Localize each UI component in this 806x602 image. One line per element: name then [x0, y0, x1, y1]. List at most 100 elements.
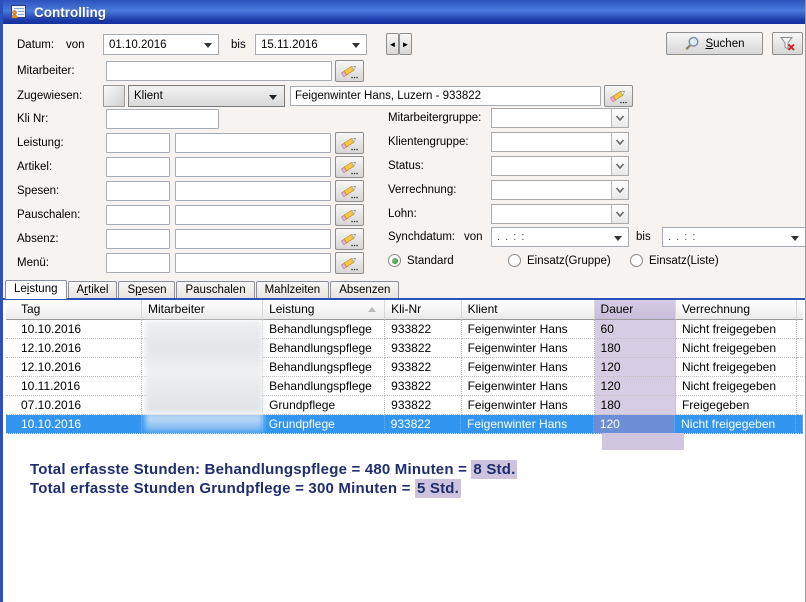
column-header-klinr[interactable]: Kli-Nr [385, 300, 461, 320]
zugewiesen-type-combobox[interactable]: Klient [128, 85, 285, 107]
radio-standard[interactable]: Standard [388, 254, 454, 267]
column-header-mitarbeiter[interactable]: Mitarbeiter [142, 300, 263, 320]
klinr-input[interactable] [106, 109, 219, 129]
table-row[interactable]: 07.10.2016 Grundpflege 933822 Feigenwint… [6, 396, 803, 415]
prev-period-button[interactable]: ◄ [386, 33, 399, 55]
radio-einsatz-liste[interactable]: Einsatz(Liste) [630, 254, 719, 267]
tab-mahlzeiten[interactable]: Mahlzeiten [256, 281, 330, 299]
suchen-button[interactable]: Suchen [666, 32, 763, 55]
spesen-text-input[interactable] [175, 181, 331, 201]
cell-tag: 07.10.2016 [6, 396, 142, 415]
cell-dauer: 60 [595, 320, 676, 339]
title-bar[interactable]: Controlling [3, 0, 805, 24]
dropdown-caret-icon[interactable] [614, 236, 622, 241]
leistung-edit-button[interactable] [335, 132, 364, 154]
cell-dauer: 180 [595, 396, 676, 415]
dropdown-caret-icon[interactable] [204, 43, 212, 48]
artikel-label: Artikel: [17, 161, 52, 173]
menu-text-input[interactable] [175, 253, 331, 273]
mitarbeiter-input[interactable] [106, 61, 332, 81]
grid-header-row: Tag Mitarbeiter Leistung Kli-Nr Klient D… [6, 300, 803, 320]
radio-unselected-icon[interactable] [630, 254, 643, 267]
synchdatum-from-picker[interactable]: . . : : [491, 227, 629, 247]
zugewiesen-edit-button[interactable] [604, 85, 633, 107]
clear-filter-button[interactable] [772, 32, 803, 55]
table-row[interactable]: 10.10.2016 Behandlungspflege 933822 Feig… [6, 320, 803, 339]
von-label: von [66, 39, 85, 51]
verrechnung-select[interactable] [491, 180, 629, 200]
leistung-code-input[interactable] [106, 133, 170, 153]
chevron-down-icon[interactable] [611, 181, 628, 199]
cell-tag: 10.10.2016 [6, 415, 142, 434]
tab-leistung[interactable]: Leistung [5, 280, 67, 299]
column-header-filler [797, 300, 803, 320]
spesen-code-input[interactable] [106, 181, 170, 201]
synchdatum-to-mask: . . : : [668, 231, 696, 243]
chevron-down-icon[interactable] [611, 157, 628, 175]
total-hours-grundpflege: 5 Std. [415, 479, 461, 498]
redacted-mitarbeiter-blur-selected [145, 414, 263, 432]
absenz-code-input[interactable] [106, 229, 170, 249]
tab-artikel[interactable]: Artikel [68, 281, 118, 299]
tab-absenzen[interactable]: Absenzen [330, 281, 399, 299]
cell-leistung: Behandlungspflege [263, 377, 385, 396]
table-row-selected[interactable]: 10.10.2016 Grundpflege 933822 Feigenwint… [6, 415, 803, 434]
leistung-text-input[interactable] [175, 133, 331, 153]
pauschalen-code-input[interactable] [106, 205, 170, 225]
table-row[interactable]: 12.10.2016 Behandlungspflege 933822 Feig… [6, 358, 803, 377]
pauschalen-edit-button[interactable] [335, 204, 364, 226]
spesen-edit-button[interactable] [335, 180, 364, 202]
chevron-down-icon[interactable] [611, 133, 628, 151]
artikel-edit-button[interactable] [335, 156, 364, 178]
absenz-text-input[interactable] [175, 229, 331, 249]
pencil-icon [340, 136, 359, 151]
dropdown-caret-icon[interactable] [791, 236, 799, 241]
date-to-picker[interactable]: 15.11.2016 [255, 34, 367, 55]
zugewiesen-value-input[interactable]: Feigenwinter Hans, Luzern - 933822 [290, 86, 601, 106]
absenz-edit-button[interactable] [335, 228, 364, 250]
date-from-value: 01.10.2016 [109, 39, 167, 51]
tab-spesen[interactable]: Spesen [118, 281, 175, 299]
next-period-button[interactable]: ► [399, 33, 412, 55]
mitarbeiter-edit-button[interactable] [335, 60, 364, 82]
radio-einsatz-gruppe[interactable]: Einsatz(Gruppe) [508, 254, 611, 267]
cell-tag: 12.10.2016 [6, 358, 142, 377]
total-line-grundpflege: Total erfasste Stunden Grundpflege = 300… [30, 480, 517, 499]
zugewiesen-square-button[interactable] [103, 85, 125, 107]
klientengruppe-select[interactable] [491, 132, 629, 152]
mitarbeitergruppe-select[interactable] [491, 108, 629, 128]
cell-klinr: 933822 [385, 415, 461, 434]
lohn-select[interactable] [491, 204, 629, 224]
mitarbeitergruppe-label: Mitarbeitergruppe: [388, 112, 481, 124]
artikel-text-input[interactable] [175, 157, 331, 177]
column-header-dauer[interactable]: Dauer [595, 300, 676, 320]
table-row[interactable]: 10.11.2016 Behandlungspflege 933822 Feig… [6, 377, 803, 396]
menu-code-input[interactable] [106, 253, 170, 273]
cell-verrechnung: Nicht freigegeben [675, 415, 796, 434]
status-select[interactable] [491, 156, 629, 176]
leistung-label: Leistung: [17, 137, 64, 149]
leistung-grid: Tag Mitarbeiter Leistung Kli-Nr Klient D… [3, 300, 805, 602]
tab-pauschalen[interactable]: Pauschalen [176, 281, 254, 299]
menu-edit-button[interactable] [335, 252, 364, 274]
table-row[interactable]: 12.10.2016 Behandlungspflege 933822 Feig… [6, 339, 803, 358]
cell-klient: Feigenwinter Hans [462, 320, 595, 339]
absenz-label: Absenz: [17, 233, 59, 245]
artikel-code-input[interactable] [106, 157, 170, 177]
date-from-picker[interactable]: 01.10.2016 [103, 34, 219, 55]
radio-unselected-icon[interactable] [508, 254, 521, 267]
chevron-down-icon[interactable] [611, 109, 628, 127]
dropdown-caret-icon[interactable] [269, 95, 277, 100]
radio-selected-icon[interactable] [388, 254, 401, 267]
column-header-klient[interactable]: Klient [462, 300, 595, 320]
dropdown-caret-icon[interactable] [352, 43, 360, 48]
pauschalen-text-input[interactable] [175, 205, 331, 225]
column-header-tag[interactable]: Tag [6, 300, 142, 320]
synchdatum-to-picker[interactable]: . . : : [662, 227, 806, 247]
column-header-leistung[interactable]: Leistung [263, 300, 385, 320]
cell-dauer: 120 [595, 377, 676, 396]
pencil-icon [609, 89, 628, 104]
verrechnung-label: Verrechnung: [388, 184, 456, 196]
column-header-verrechnung[interactable]: Verrechnung [676, 300, 797, 320]
chevron-down-icon[interactable] [611, 205, 628, 223]
